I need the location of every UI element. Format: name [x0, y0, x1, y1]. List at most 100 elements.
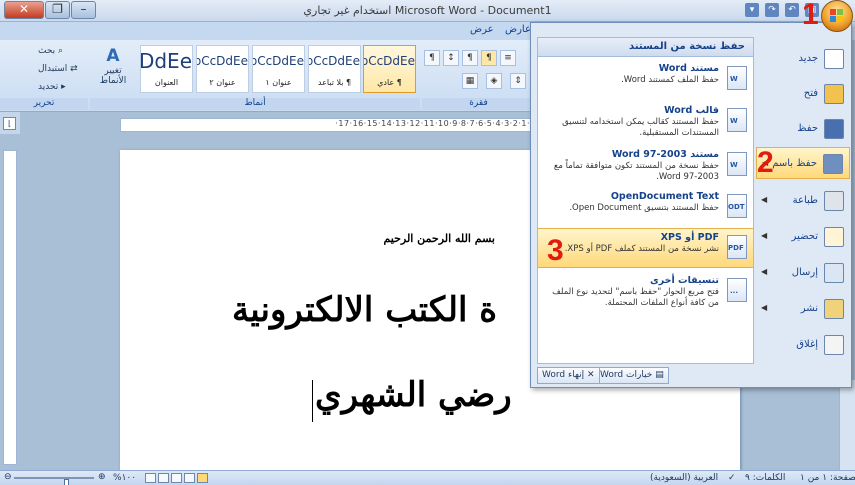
save-as-word-document[interactable]: W مستند Word حفظ الملف كمستند Word. [538, 60, 753, 100]
office-logo-icon [830, 9, 844, 23]
sort-icon[interactable]: ↕ [443, 50, 459, 66]
vertical-scrollbar[interactable] [839, 380, 855, 470]
style-heading-2[interactable]: AaBbCcDdEe عنوان ٢ [196, 45, 249, 93]
save-as-other-formats[interactable]: ... تنسيقات أخرى فتح مربع الحوار "حفظ با… [538, 272, 753, 322]
submenu-arrow-icon: ◀ [761, 195, 768, 204]
publish-icon [824, 299, 844, 319]
zoom-level[interactable]: ١٠٠% [113, 473, 136, 483]
paragraph-mark-icon[interactable]: ¶ [424, 50, 440, 66]
save-as-word-template[interactable]: W قالب Word حفظ المستند كقالب يمكن استخد… [538, 102, 753, 142]
tab-view[interactable]: عرض [470, 24, 494, 35]
numbering-icon[interactable]: ≡ [500, 50, 516, 66]
submenu-arrow-icon: ◀ [761, 303, 768, 312]
folder-open-icon [824, 84, 844, 104]
menu-new[interactable]: جديد [756, 43, 850, 75]
annotation-step-1: 1 [802, 0, 819, 31]
zoom-slider[interactable] [14, 477, 94, 485]
tab-selector-icon[interactable]: ⌊ [3, 117, 16, 130]
style-heading-1[interactable]: AaBbCcDdEe عنوان ١ [252, 45, 305, 93]
line-spacing-icon[interactable]: ⇕ [510, 73, 526, 89]
window-title: Microsoft Word - Document1 استخدام غير ت… [303, 4, 552, 17]
office-button[interactable] [821, 0, 853, 32]
prepare-icon [824, 227, 844, 247]
office-menu: حفظ نسخة من المستند W مستند Word حفظ الم… [530, 22, 852, 388]
view-outline-icon[interactable] [158, 473, 169, 483]
menu-bottom-bar: ▤ خيارات Word ✕ إنهاء Word [537, 367, 847, 385]
rtl-icon[interactable]: ¶ [462, 50, 478, 66]
save-as-icon [823, 154, 843, 174]
text-caret [312, 380, 313, 422]
select-icon: ▸ [58, 82, 66, 92]
word-97-icon: W [727, 152, 747, 176]
send-icon [824, 263, 844, 283]
menu-print[interactable]: طباعة ◀ [756, 185, 850, 217]
annotation-step-2: 2 [757, 146, 774, 179]
status-bar: ⊖ ⊕ ١٠٠% العربية (السعودية) ✓ الكلمات: ٩… [0, 470, 855, 485]
save-as-pdf-xps[interactable]: PDF PDF أو XPS نشر نسخة من المستند كملف … [538, 228, 753, 268]
submenu-arrow-icon: ◀ [761, 231, 768, 240]
zoom-in-icon[interactable]: ⊕ [98, 472, 106, 482]
ltr-icon[interactable]: ¶ [481, 50, 497, 66]
menu-publish[interactable]: نشر ◀ [756, 293, 850, 325]
close-document-icon [824, 335, 844, 355]
style-no-spacing[interactable]: AaBbCcDdEe ¶ بلا تباعد [308, 45, 361, 93]
menu-save[interactable]: حفظ [756, 113, 850, 145]
group-editing-label: تحرير [0, 98, 88, 110]
view-draft-icon[interactable] [145, 473, 156, 483]
change-styles-icon: A [106, 46, 120, 66]
word-count[interactable]: الكلمات: ٩ [745, 473, 785, 483]
find-icon: ⌕ [55, 46, 64, 56]
view-reading-icon[interactable] [184, 473, 195, 483]
save-as-opendocument[interactable]: ODT OpenDocument Text حفظ المستند بتنسيق… [538, 188, 753, 228]
proofing-icon[interactable]: ✓ [728, 473, 736, 483]
word-options-button[interactable]: ▤ خيارات Word [595, 367, 669, 384]
word-template-icon: W [727, 108, 747, 132]
zoom-thumb[interactable] [64, 479, 69, 485]
document-bismillah: بسم الله الرحمن الرحيم [383, 232, 495, 245]
menu-prepare[interactable]: تحضير ◀ [756, 221, 850, 253]
style-title[interactable]: AaBbCcDdEe العنوان [140, 45, 193, 93]
odt-icon: ODT [727, 194, 747, 218]
ribbon: ⌕ بحث ⇄ استبدال ▸ تحديد A تغيير الأنماط … [0, 40, 535, 112]
menu-open[interactable]: فتح [756, 78, 850, 110]
style-normal[interactable]: AaBbCcDdEe ¶ عادي [363, 45, 416, 93]
redo-icon[interactable]: ↷ [765, 3, 779, 17]
replace-icon: ⇄ [67, 64, 78, 74]
exit-icon: ✕ [584, 370, 595, 380]
submenu-header: حفظ نسخة من المستند [538, 38, 753, 57]
borders-icon[interactable]: ▦ [462, 73, 478, 89]
other-formats-icon: ... [727, 278, 747, 302]
menu-close[interactable]: إغلاق [756, 329, 850, 361]
change-styles-button[interactable]: A تغيير الأنماط [97, 46, 129, 86]
save-as-word-97-2003[interactable]: W مستند Word 97-2003 حفظ نسخة من المستند… [538, 146, 753, 186]
shading-icon[interactable]: ◈ [486, 73, 502, 89]
exit-word-button[interactable]: ✕ إنهاء Word [537, 367, 600, 384]
new-document-icon [824, 49, 844, 69]
annotation-step-3: 3 [547, 234, 564, 267]
options-icon: ▤ [652, 370, 664, 380]
title-bar: ✕ ❐ – Microsoft Word - Document1 استخدام… [0, 0, 855, 22]
pdf-icon: PDF [727, 235, 747, 259]
select-button[interactable]: ▸ تحديد [38, 82, 66, 92]
printer-icon [824, 191, 844, 211]
zoom-out-icon[interactable]: ⊖ [4, 472, 12, 482]
undo-icon[interactable]: ↶ [785, 3, 799, 17]
save-as-submenu: حفظ نسخة من المستند W مستند Word حفظ الم… [537, 37, 754, 364]
customize-icon[interactable]: ▾ [745, 3, 759, 17]
menu-send[interactable]: إرسال ◀ [756, 257, 850, 289]
language-status[interactable]: العربية (السعودية) [650, 473, 718, 483]
view-print-layout-icon[interactable] [197, 473, 208, 483]
floppy-icon [824, 119, 844, 139]
replace-button[interactable]: ⇄ استبدال [38, 64, 78, 74]
horizontal-ruler[interactable]: ·1·2·3·4·5·6·7·8·9·10·11·12·13·14·15·16·… [120, 118, 535, 132]
word-document-icon: W [727, 66, 747, 90]
group-styles-label: أنماط [90, 98, 420, 110]
document-title-text: ة الكتب الالكترونية [232, 290, 498, 330]
view-web-icon[interactable] [171, 473, 182, 483]
submenu-arrow-icon: ◀ [761, 267, 768, 276]
find-button[interactable]: ⌕ بحث [38, 46, 63, 56]
page-count[interactable]: الصفحة: ١ من ١ [800, 473, 855, 483]
document-author-text: رضي الشهري [315, 375, 512, 415]
vertical-ruler[interactable] [3, 150, 17, 465]
tab-review[interactable]: عارض [505, 24, 531, 35]
